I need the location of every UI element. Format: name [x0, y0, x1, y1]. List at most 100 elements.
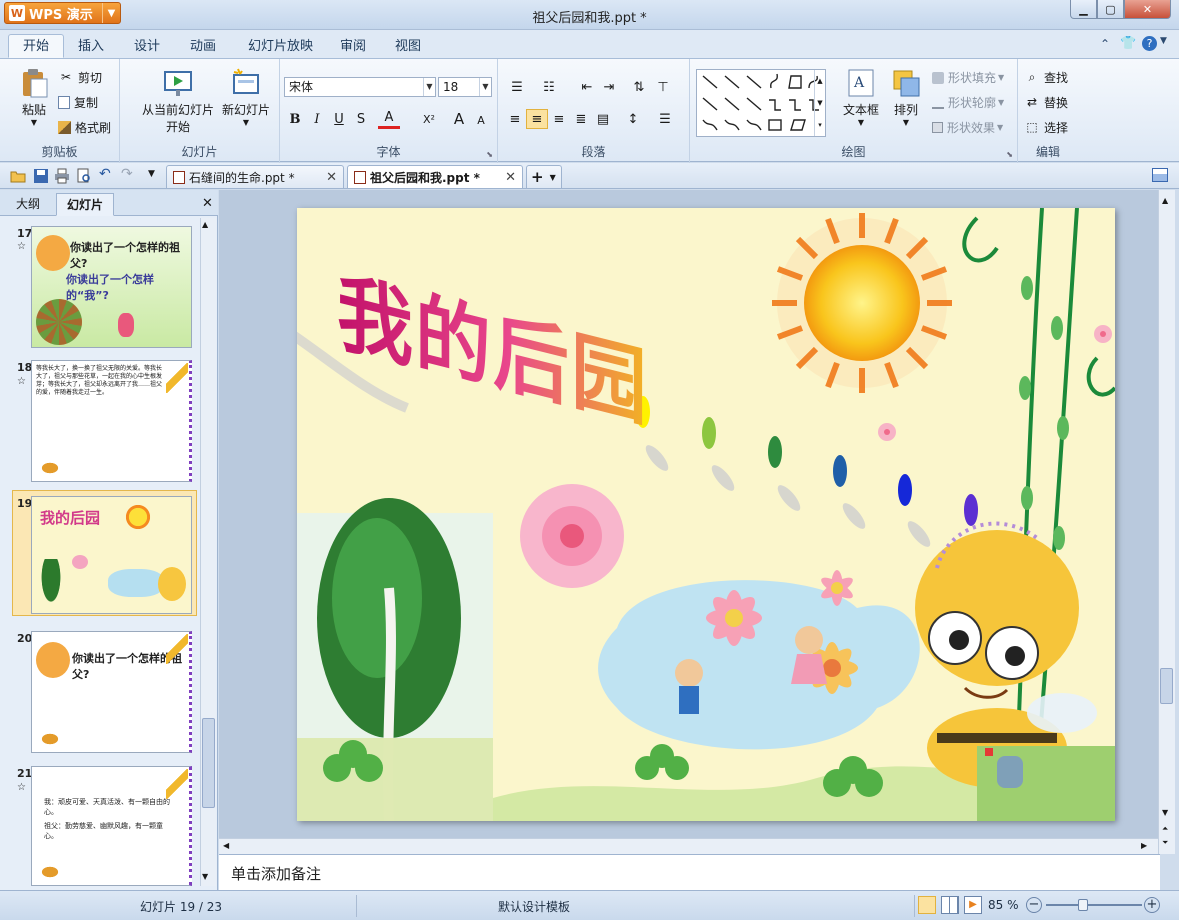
close-tab-icon[interactable]: ✕ — [505, 170, 516, 185]
doc-tab-2[interactable]: 祖父后园和我.ppt * ✕ — [347, 165, 523, 188]
underline-button[interactable]: U — [328, 109, 350, 129]
align-left-icon[interactable]: ≡ — [504, 109, 526, 129]
arrange-button[interactable]: 排列 ▼ — [886, 67, 926, 127]
distribute-icon[interactable]: ▤ — [592, 109, 614, 129]
close-button[interactable]: ✕ — [1124, 0, 1171, 19]
increase-indent-icon[interactable]: ⇥ — [598, 77, 620, 97]
doc-tab-1[interactable]: 石缝间的生命.ppt * ✕ — [166, 165, 344, 188]
scroll-right-icon[interactable]: ▶ — [1141, 841, 1147, 850]
strikethrough-button[interactable]: S — [350, 109, 372, 129]
tab-review[interactable]: 审阅 — [325, 34, 381, 58]
bullets-icon[interactable]: ☰ — [506, 77, 528, 97]
dialog-launcher-icon[interactable]: ⬊ — [1006, 150, 1013, 159]
slide-thumbnail-17[interactable]: 你读出了一个怎样的祖父? 你读出了一个怎样的“我”? — [31, 226, 192, 348]
prev-slide-icon[interactable]: ⏶ — [1162, 824, 1168, 834]
open-folder-icon[interactable] — [10, 168, 26, 184]
font-size-select[interactable]: 18 ▼ — [438, 77, 492, 97]
scroll-thumb[interactable] — [1160, 668, 1173, 704]
decrease-indent-icon[interactable]: ⇤ — [576, 77, 598, 97]
new-tab-button[interactable]: + ▼ — [526, 165, 562, 188]
tab-insert[interactable]: 插入 — [63, 34, 119, 58]
slide-thumbnail-21[interactable]: 我：顽皮可爱、天真活泼、有一颗自由的心。 祖父：勤劳慈爱、幽默风趣，有一颗童心。 — [31, 766, 192, 886]
maximize-button[interactable]: ▢ — [1097, 0, 1124, 19]
tab-slides[interactable]: 幻灯片 — [56, 193, 115, 216]
slide-thumbnail-20[interactable]: 你读出了一个怎样的祖父? — [31, 631, 192, 753]
align-center-icon[interactable]: ≡ — [526, 109, 548, 129]
columns-icon[interactable]: ☰ — [654, 109, 676, 129]
scroll-down-icon[interactable]: ▼ — [1162, 808, 1168, 817]
textbox-button[interactable]: A 文本框 ▼ — [838, 67, 884, 127]
shape-fill-button[interactable]: 形状填充 ▼ — [932, 69, 1004, 86]
redo-icon[interactable]: ↷ — [121, 166, 137, 182]
vertical-scrollbar[interactable]: ▲ ▼ ⏶ ⏷ — [1158, 190, 1175, 854]
grow-font-button[interactable]: A — [448, 109, 470, 129]
align-text-icon[interactable]: ⊤ — [652, 77, 674, 97]
notes-pane[interactable]: 单击添加备注 — [219, 854, 1160, 890]
print-icon[interactable] — [54, 168, 70, 184]
zoom-level[interactable]: 85 % — [988, 898, 1019, 912]
close-tab-icon[interactable]: ✕ — [326, 170, 337, 185]
shape-outline-button[interactable]: 形状轮廓 ▼ — [932, 94, 1004, 111]
gallery-scroll-icon[interactable]: ▲ ▼ ▾ — [814, 70, 825, 136]
shrink-font-button[interactable]: A — [470, 110, 492, 130]
select-button[interactable]: ⬚ 选择 — [1024, 119, 1068, 136]
italic-button[interactable]: I — [306, 109, 328, 129]
scroll-up-icon[interactable]: ▲ — [202, 220, 208, 229]
collapse-ribbon-icon[interactable]: ⌃ — [1100, 37, 1110, 51]
zoom-in-icon[interactable]: + — [1144, 897, 1160, 913]
save-icon[interactable] — [33, 168, 49, 184]
customize-toolbar-icon[interactable]: ▼ — [148, 169, 164, 185]
scroll-down-icon[interactable]: ▼ — [202, 872, 208, 881]
zoom-slider-track[interactable] — [1046, 904, 1142, 906]
shapes-gallery[interactable]: ▲ ▼ ▾ — [696, 69, 826, 137]
normal-view-icon[interactable] — [918, 896, 936, 914]
format-painter-button[interactable]: 格式刷 — [58, 119, 111, 136]
justify-icon[interactable]: ≣ — [570, 109, 592, 129]
tab-design[interactable]: 设计 — [119, 34, 175, 58]
slide-sorter-view-icon[interactable] — [941, 896, 959, 914]
restore-layout-icon[interactable] — [1152, 168, 1168, 182]
zoom-out-icon[interactable]: − — [1026, 897, 1042, 913]
tab-home[interactable]: 开始 — [8, 34, 65, 58]
tab-slideshow[interactable]: 幻灯片放映 — [233, 34, 328, 58]
scroll-up-icon[interactable]: ▲ — [1162, 196, 1168, 205]
help-icon[interactable]: ? — [1142, 36, 1157, 51]
tab-outline[interactable]: 大纲 — [6, 193, 50, 216]
tab-animation[interactable]: 动画 — [175, 34, 231, 58]
scroll-left-icon[interactable]: ◀ — [223, 841, 229, 850]
shape-effect-button[interactable]: 形状效果 ▼ — [932, 119, 1003, 136]
line-spacing-icon[interactable]: ↕ — [622, 109, 644, 129]
font-family-select[interactable]: 宋体 ▼ — [284, 77, 436, 97]
slide-thumbnail-18[interactable]: 等我长大了，换一换了祖父无限的关爱。等我长大了，祖父与那些花草，一起在我的心中生… — [31, 360, 192, 482]
paste-button[interactable]: 粘贴 ▼ — [14, 67, 54, 127]
current-slide[interactable]: 我的后园 — [297, 208, 1115, 821]
text-direction-icon[interactable]: ⇅ — [628, 77, 650, 97]
next-slide-icon[interactable]: ⏷ — [1162, 838, 1168, 848]
skin-shirt-icon[interactable]: 👕 — [1120, 36, 1136, 51]
slideshow-view-icon[interactable]: ▶ — [964, 896, 982, 914]
format-painter-label: 格式刷 — [75, 121, 112, 135]
minimize-button[interactable]: ▁ — [1070, 0, 1097, 19]
copy-button[interactable]: 复制 — [58, 94, 98, 111]
thumbnails-scrollbar[interactable]: ▲ ▼ — [200, 218, 216, 886]
zoom-slider-thumb[interactable] — [1078, 899, 1088, 911]
font-color-button[interactable]: A — [378, 109, 400, 129]
undo-icon[interactable]: ↶ — [99, 166, 115, 182]
dialog-launcher-icon[interactable]: ⬊ — [486, 150, 493, 159]
numbering-icon[interactable]: ☷ — [538, 77, 560, 97]
slide-thumbnail-19[interactable]: 我的后园 — [31, 496, 192, 614]
help-dropdown-icon[interactable]: ▼ — [1160, 36, 1167, 46]
superscript-button[interactable]: X² — [418, 109, 440, 129]
new-slide-button[interactable]: 新幻灯片 ▼ — [218, 67, 274, 127]
scroll-thumb[interactable] — [202, 718, 215, 808]
replace-button[interactable]: ⇄ 替换 — [1024, 94, 1068, 111]
cut-button[interactable]: ✂ 剪切 — [58, 69, 102, 86]
play-from-current-button[interactable]: 从当前幻灯片 开始 — [128, 67, 228, 135]
bold-button[interactable]: B — [284, 109, 306, 129]
print-preview-icon[interactable] — [76, 168, 92, 184]
find-button[interactable]: ⌕ 查找 — [1024, 69, 1068, 86]
align-right-icon[interactable]: ≡ — [548, 109, 570, 129]
close-panel-icon[interactable]: ✕ — [202, 196, 213, 211]
horizontal-scrollbar[interactable]: ◀ ▶ — [219, 838, 1160, 854]
tab-view[interactable]: 视图 — [380, 34, 436, 58]
